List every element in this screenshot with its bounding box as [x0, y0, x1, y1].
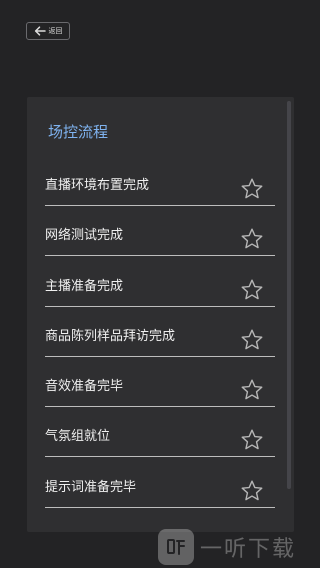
star-outline-icon[interactable]: [240, 328, 264, 352]
back-button-label: 返回: [48, 26, 63, 35]
checklist-item-label: 主播准备完成: [45, 278, 124, 294]
watermark: 一听下载: [158, 528, 296, 566]
item-divider: [45, 205, 275, 206]
item-divider: [45, 305, 275, 307]
item-divider: [45, 406, 275, 408]
checklist-item[interactable]: 直播环境布置完成: [45, 167, 275, 217]
checklist-item-label: 气氛组就位: [45, 429, 111, 445]
scrollbar[interactable]: [287, 101, 291, 489]
card-title: 场控流程: [48, 123, 109, 141]
star-outline-icon[interactable]: [240, 428, 264, 452]
checklist-item-label: 网络测试完成: [45, 228, 124, 244]
back-button[interactable]: 返回: [26, 22, 70, 40]
item-divider: [45, 255, 275, 257]
item-divider: [45, 506, 275, 508]
flow-checklist-card: 场控流程 直播环境布置完成 网络测试完成 主播准备完成 商品陈列样品拜访完成 音…: [27, 97, 294, 532]
checklist: 直播环境布置完成 网络测试完成 主播准备完成 商品陈列样品拜访完成 音效准备完毕…: [45, 167, 275, 519]
checklist-item[interactable]: 主播准备完成: [45, 268, 275, 318]
checklist-item[interactable]: 气氛组就位: [45, 418, 275, 468]
checklist-item-label: 商品陈列样品拜访完成: [45, 328, 176, 344]
checklist-item[interactable]: 音效准备完毕: [45, 368, 275, 418]
watermark-text: 一听下载: [200, 537, 297, 562]
scrollbar-thumb[interactable]: [287, 101, 291, 489]
arrow-left-icon: [34, 26, 46, 36]
star-outline-icon[interactable]: [240, 479, 264, 503]
checklist-item-label: 提示词准备完毕: [45, 479, 137, 495]
item-divider: [45, 456, 275, 458]
star-outline-icon[interactable]: [240, 227, 264, 251]
checklist-item[interactable]: 商品陈列样品拜访完成: [45, 318, 275, 368]
checklist-item-label: 音效准备完毕: [45, 379, 124, 395]
star-outline-icon[interactable]: [240, 378, 264, 402]
star-outline-icon[interactable]: [240, 177, 264, 201]
checklist-item[interactable]: 网络测试完成: [45, 217, 275, 267]
checklist-item-label: 直播环境布置完成: [45, 178, 150, 193]
watermark-logo-icon: [158, 529, 194, 565]
app-screen: 返回 场控流程 直播环境布置完成 网络测试完成 主播准备完成 商品陈列样品拜访完…: [0, 0, 320, 568]
star-outline-icon[interactable]: [240, 278, 264, 302]
item-divider: [45, 355, 275, 357]
checklist-item[interactable]: 提示词准备完毕: [45, 469, 275, 519]
